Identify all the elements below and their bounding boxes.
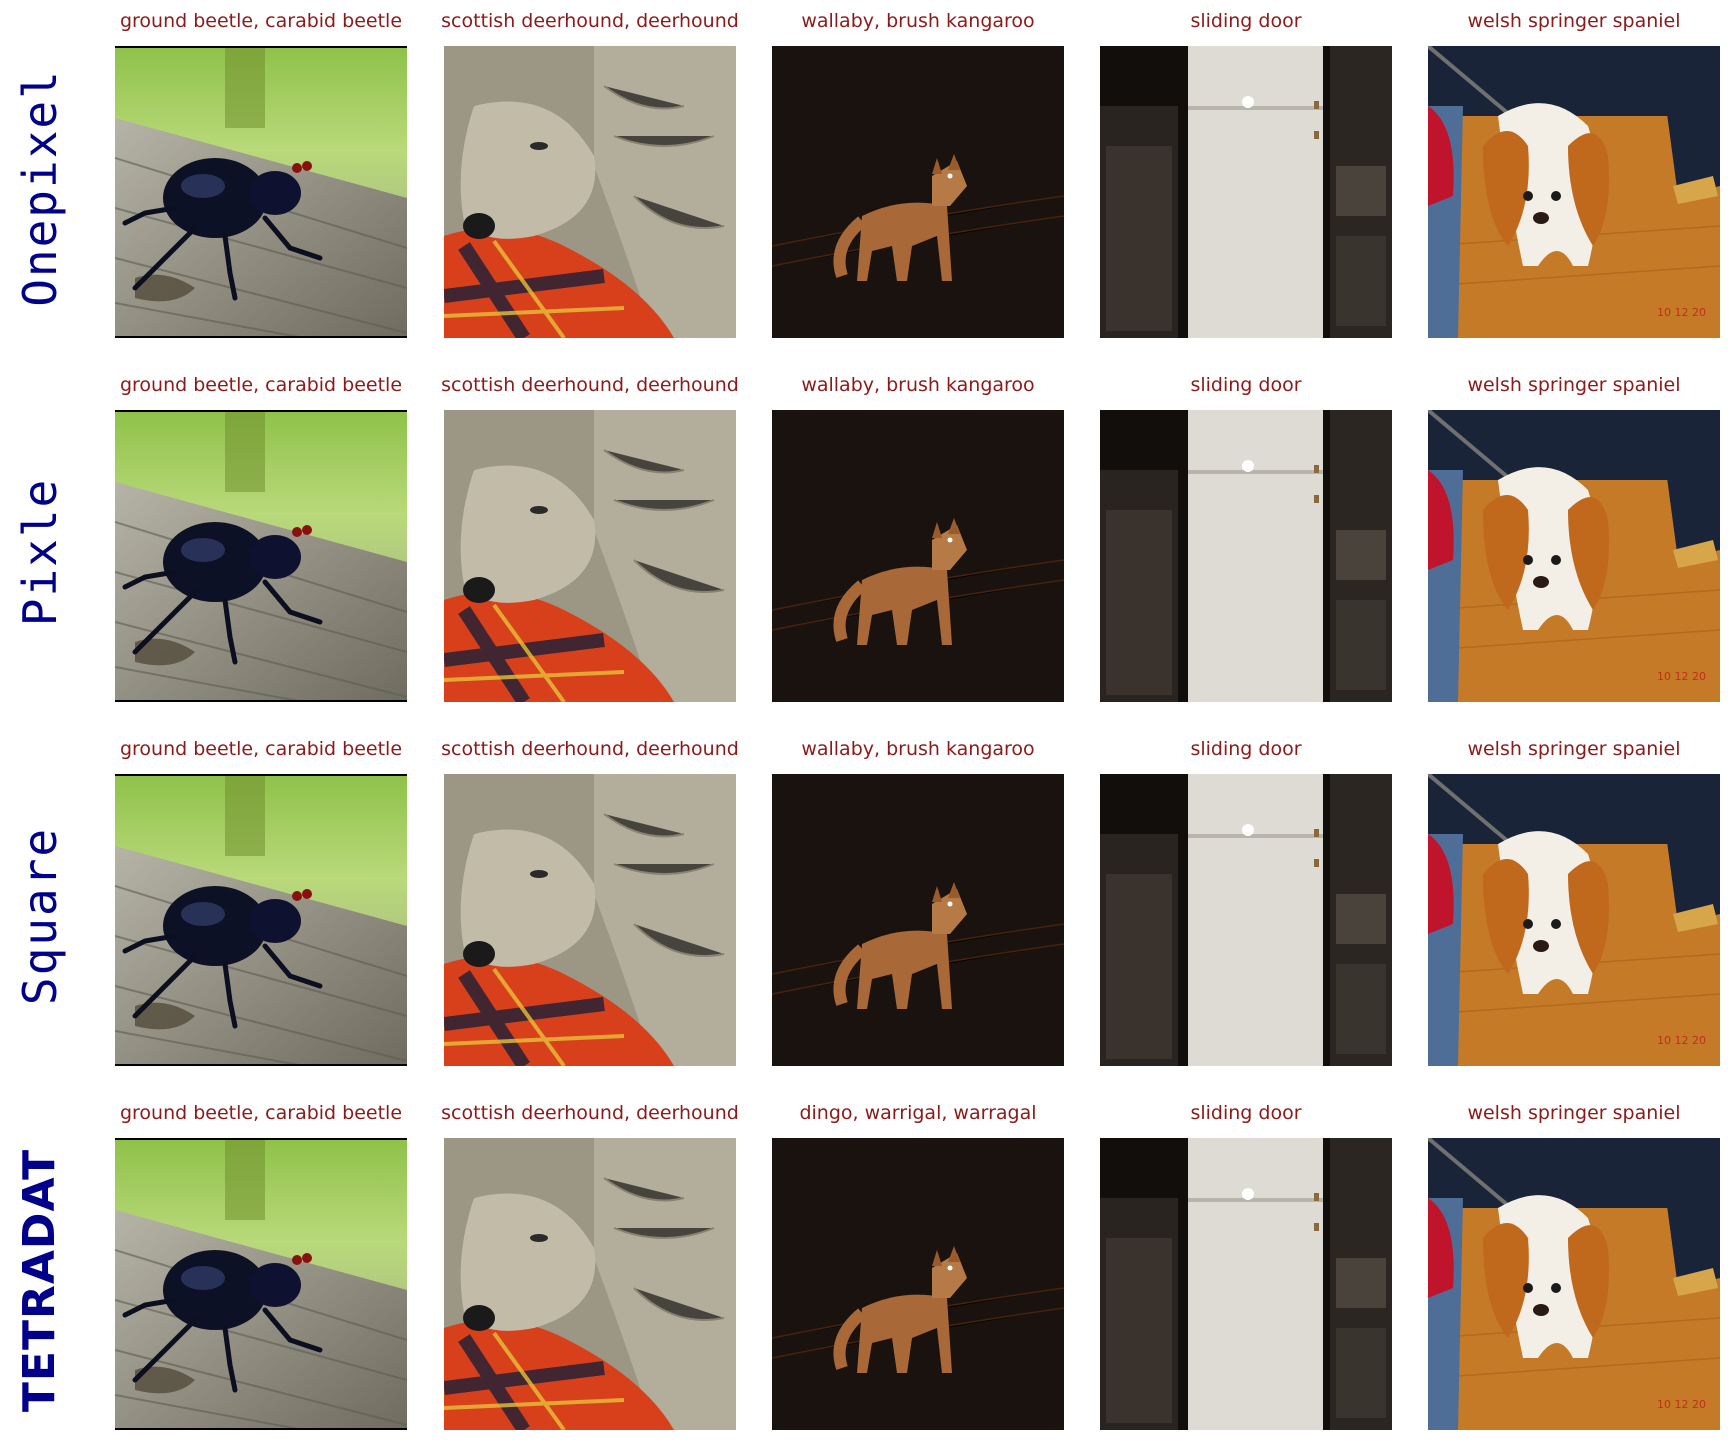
svg-text:10 12 20: 10 12 20 (1657, 1034, 1706, 1047)
image-cell: sliding door (1100, 1092, 1392, 1430)
svg-text:10 12 20: 10 12 20 (1657, 306, 1706, 319)
adversarial-image (1100, 774, 1392, 1066)
adversarial-image: 10 12 20 (1428, 46, 1720, 338)
predicted-class-caption: ground beetle, carabid beetle (119, 374, 403, 396)
adversarial-image: 10 12 20 (1428, 774, 1720, 1066)
adversarial-image (772, 774, 1064, 1066)
image-cell: welsh springer spaniel 10 12 20 (1428, 0, 1720, 338)
method-label: Pixle (8, 406, 72, 698)
image-cell: wallaby, brush kangaroo (772, 728, 1064, 1066)
predicted-class-caption: scottish deerhound, deerhound (441, 738, 739, 760)
predicted-class-caption: sliding door (1190, 1102, 1302, 1124)
adversarial-image (444, 1138, 736, 1430)
method-label-text: Square (13, 826, 68, 1006)
adversarial-image (772, 46, 1064, 338)
adversarial-image (115, 410, 407, 702)
predicted-class-caption: welsh springer spaniel (1467, 10, 1681, 32)
adversarial-image: 10 12 20 (1428, 410, 1720, 702)
image-cell: scottish deerhound, deerhound (441, 364, 739, 702)
predicted-class-caption: scottish deerhound, deerhound (441, 10, 739, 32)
adversarial-image (115, 774, 407, 1066)
predicted-class-caption: ground beetle, carabid beetle (119, 10, 403, 32)
image-cell: wallaby, brush kangaroo (772, 0, 1064, 338)
svg-text:10 12 20: 10 12 20 (1657, 670, 1706, 683)
image-cell: scottish deerhound, deerhound (441, 0, 739, 338)
image-cell: welsh springer spaniel 10 12 20 (1428, 364, 1720, 702)
image-cell: ground beetle, carabid beetle (115, 364, 407, 702)
method-label-text: TETRADAT (14, 1148, 66, 1412)
image-cell: ground beetle, carabid beetle (115, 0, 407, 338)
image-cell: sliding door (1100, 364, 1392, 702)
image-cell: scottish deerhound, deerhound (441, 1092, 739, 1430)
method-row: Onepixel ground beetle, carabid beetle sc… (0, 0, 1728, 338)
image-cell: sliding door (1100, 728, 1392, 1066)
image-cell: welsh springer spaniel 10 12 20 (1428, 728, 1720, 1066)
adversarial-image (1100, 1138, 1392, 1430)
method-row: Square ground beetle, carabid beetle scot… (0, 728, 1728, 1066)
predicted-class-caption: dingo, warrigal, warragal (799, 1102, 1037, 1124)
image-cell: scottish deerhound, deerhound (441, 728, 739, 1066)
adversarial-image (772, 1138, 1064, 1430)
predicted-class-caption: sliding door (1190, 374, 1302, 396)
image-cell: dingo, warrigal, warragal (772, 1092, 1064, 1430)
predicted-class-caption: sliding door (1190, 738, 1302, 760)
adversarial-image (772, 410, 1064, 702)
adversarial-image (444, 410, 736, 702)
adversarial-image (1100, 46, 1392, 338)
method-label-text: Onepixel (13, 69, 67, 307)
image-cell: wallaby, brush kangaroo (772, 364, 1064, 702)
predicted-class-caption: ground beetle, carabid beetle (119, 738, 403, 760)
method-row: TETRADAT ground beetle, carabid beetle sc… (0, 1092, 1728, 1430)
adversarial-image (115, 46, 407, 338)
adversarial-image (444, 46, 736, 338)
predicted-class-caption: scottish deerhound, deerhound (441, 374, 739, 396)
predicted-class-caption: welsh springer spaniel (1467, 1102, 1681, 1124)
predicted-class-caption: scottish deerhound, deerhound (441, 1102, 739, 1124)
adversarial-image: 10 12 20 (1428, 1138, 1720, 1430)
method-label-text: Pixle (13, 477, 68, 627)
image-cell: ground beetle, carabid beetle (115, 1092, 407, 1430)
predicted-class-caption: wallaby, brush kangaroo (801, 10, 1035, 32)
image-cell: welsh springer spaniel 10 12 20 (1428, 1092, 1720, 1430)
predicted-class-caption: wallaby, brush kangaroo (801, 374, 1035, 396)
adversarial-image (1100, 410, 1392, 702)
predicted-class-caption: welsh springer spaniel (1467, 738, 1681, 760)
svg-text:10 12 20: 10 12 20 (1657, 1398, 1706, 1411)
predicted-class-caption: wallaby, brush kangaroo (801, 738, 1035, 760)
method-row: Pixle ground beetle, carabid beetle scott… (0, 364, 1728, 702)
attack-comparison-grid: Onepixel ground beetle, carabid beetle sc… (0, 0, 1728, 1443)
method-label: TETRADAT (8, 1134, 72, 1426)
image-cell: ground beetle, carabid beetle (115, 728, 407, 1066)
predicted-class-caption: welsh springer spaniel (1467, 374, 1681, 396)
image-cell: sliding door (1100, 0, 1392, 338)
predicted-class-caption: sliding door (1190, 10, 1302, 32)
predicted-class-caption: ground beetle, carabid beetle (119, 1102, 403, 1124)
adversarial-image (444, 774, 736, 1066)
method-label: Square (8, 770, 72, 1062)
method-label: Onepixel (8, 42, 72, 334)
adversarial-image (115, 1138, 407, 1430)
